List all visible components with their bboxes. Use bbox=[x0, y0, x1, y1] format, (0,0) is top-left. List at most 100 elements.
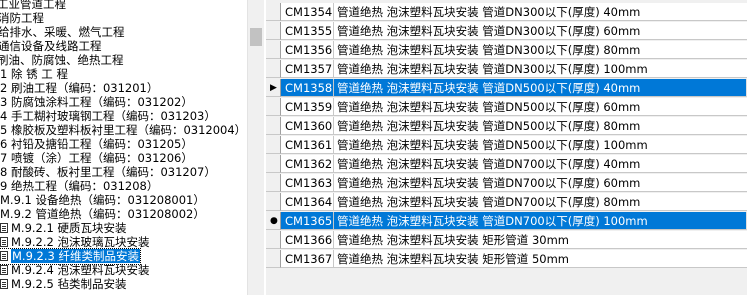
grid-footer-area bbox=[266, 277, 747, 295]
grid-row[interactable]: CM1356 管道绝热 泡沫塑料瓦块安装 管道DN300以下(厚度) 80mm bbox=[266, 41, 747, 59]
quota-name-cell[interactable]: 管道绝热 泡沫塑料瓦块安装 管道DN500以下(厚度) 100mm bbox=[334, 136, 747, 154]
row-indicator[interactable] bbox=[266, 174, 281, 192]
tree-leaf-item[interactable]: M.9.2.1 硬质瓦块安装 bbox=[0, 221, 127, 236]
tree-node[interactable]: M.9.2 管道绝热（编码：031208002） bbox=[0, 207, 205, 222]
row-indicator[interactable] bbox=[266, 98, 281, 116]
tree-node[interactable]: 消防工程 bbox=[0, 11, 44, 26]
quota-name-cell[interactable]: 管道绝热 泡沫塑料瓦块安装 矩形管道 50mm bbox=[334, 250, 747, 268]
tree-item-label: M.9.2.1 硬质瓦块安装 bbox=[11, 221, 127, 235]
row-indicator[interactable] bbox=[266, 22, 281, 40]
tree-leaf-item[interactable]: M.9.2.5 毡类制品安装 bbox=[0, 277, 127, 292]
row-indicator[interactable] bbox=[266, 155, 281, 173]
tree-node[interactable]: 7 喷镀（涂）工程（编码：031206） bbox=[0, 151, 193, 166]
quota-name-cell[interactable]: 管道绝热 泡沫塑料瓦块安装 管道DN300以下(厚度) 40mm bbox=[334, 3, 747, 21]
tree-node[interactable]: 刷油、防腐蚀、绝热工程 bbox=[0, 53, 124, 68]
tree-item-label: 7 喷镀（涂）工程（编码：031206） bbox=[0, 151, 193, 165]
quota-name-cell[interactable]: 管道绝热 泡沫塑料瓦块安装 管道DN300以下(厚度) 100mm bbox=[334, 60, 747, 78]
grid-row[interactable]: ● CM1365 管道绝热 泡沫塑料瓦块安装 管道DN700以下(厚度) 100mm bbox=[266, 212, 747, 230]
row-indicator[interactable] bbox=[266, 41, 281, 59]
tree-node[interactable]: 给排水、采暖、燃气工程 bbox=[0, 25, 125, 40]
quota-code-cell[interactable]: CM1361 bbox=[281, 136, 334, 154]
quota-code-cell[interactable]: CM1364 bbox=[281, 193, 334, 211]
quota-name-cell[interactable]: 管道绝热 泡沫塑料瓦块安装 矩形管道 30mm bbox=[334, 231, 747, 249]
row-indicator[interactable] bbox=[266, 3, 281, 21]
quota-grid[interactable]: CM1354 管道绝热 泡沫塑料瓦块安装 管道DN300以下(厚度) 40mm CM… bbox=[266, 0, 747, 295]
row-dot-icon: ● bbox=[270, 216, 278, 226]
tree-node[interactable]: 5 橡胶板及塑料板衬里工程（编码：0312004） bbox=[0, 123, 246, 138]
grid-row[interactable]: CM1364 管道绝热 泡沫塑料瓦块安装 管道DN700以下(厚度) 80mm bbox=[266, 193, 747, 211]
row-indicator[interactable]: ▶ bbox=[266, 79, 281, 97]
row-indicator[interactable] bbox=[266, 231, 281, 249]
quota-code-cell[interactable]: CM1357 bbox=[281, 60, 334, 78]
tree-node[interactable]: 1 除 锈 工 程 bbox=[0, 67, 68, 82]
quota-name-cell[interactable]: 管道绝热 泡沫塑料瓦块安装 管道DN500以下(厚度) 80mm bbox=[334, 117, 747, 135]
grid-row[interactable]: CM1360 管道绝热 泡沫塑料瓦块安装 管道DN500以下(厚度) 80mm bbox=[266, 117, 747, 135]
quota-name-cell[interactable]: 管道绝热 泡沫塑料瓦块安装 管道DN700以下(厚度) 60mm bbox=[334, 174, 747, 192]
row-indicator[interactable] bbox=[266, 250, 281, 268]
tree-node[interactable]: 9 绝热工程（编码：031208） bbox=[0, 179, 158, 194]
quota-code-cell[interactable]: CM1354 bbox=[281, 3, 334, 21]
tree-node[interactable]: 6 衬铅及搪铅工程（编码：031205） bbox=[0, 137, 193, 152]
quota-name-cell[interactable]: 管道绝热 泡沫塑料瓦块安装 管道DN700以下(厚度) 80mm bbox=[334, 193, 747, 211]
quota-code-cell[interactable]: CM1366 bbox=[281, 231, 334, 249]
quota-name-cell[interactable]: 管道绝热 泡沫塑料瓦块安装 管道DN300以下(厚度) 60mm bbox=[334, 22, 747, 40]
grid-row[interactable]: CM1362 管道绝热 泡沫塑料瓦块安装 管道DN700以下(厚度) 40mm bbox=[266, 155, 747, 173]
row-indicator[interactable] bbox=[266, 60, 281, 78]
tree-item-label: M.9.2 管道绝热（编码：031208002） bbox=[0, 207, 205, 221]
scrollbar-thumb[interactable] bbox=[250, 28, 262, 46]
quota-code-cell[interactable]: CM1363 bbox=[281, 174, 334, 192]
tree-item-label: 5 橡胶板及塑料板衬里工程（编码：0312004） bbox=[0, 123, 247, 137]
grid-row[interactable]: CM1357 管道绝热 泡沫塑料瓦块安装 管道DN300以下(厚度) 100mm bbox=[266, 60, 747, 78]
tree-item-label: 通信设备及线路工程 bbox=[0, 39, 102, 53]
quota-code-cell[interactable]: CM1355 bbox=[281, 22, 334, 40]
row-indicator[interactable] bbox=[266, 136, 281, 154]
tree-item-label: 8 耐酸砖、板衬里工程（编码：031207） bbox=[0, 165, 216, 179]
chapter-tree[interactable]: 工业管道工程 消防工程 给排水、采暖、燃气工程 通信设备及线路工程 刷油、防腐蚀、绝热工… bbox=[0, 0, 247, 295]
row-pointer-icon: ▶ bbox=[270, 83, 277, 93]
quota-name-cell[interactable]: 管道绝热 泡沫塑料瓦块安装 管道DN500以下(厚度) 60mm bbox=[334, 98, 747, 116]
tree-item-label: M.9.1 设备绝热（编码：031208001） bbox=[0, 193, 205, 207]
quota-code-cell[interactable]: CM1360 bbox=[281, 117, 334, 135]
tree-node[interactable]: M.9.1 设备绝热（编码：031208001） bbox=[0, 193, 205, 208]
tree-node[interactable]: 通信设备及线路工程 bbox=[0, 39, 102, 54]
tree-leaf-item[interactable]: M.9.2.2 泡沫玻璃瓦块安装 bbox=[0, 235, 150, 250]
quota-code-cell[interactable]: CM1356 bbox=[281, 41, 334, 59]
tree-leaf-item[interactable]: M.9.2.3 纤维类制品安装 bbox=[0, 248, 141, 265]
quota-name-cell[interactable]: 管道绝热 泡沫塑料瓦块安装 管道DN500以下(厚度) 40mm bbox=[334, 79, 747, 97]
tree-item-label: 2 刷油工程（编码：031201） bbox=[0, 81, 159, 95]
row-indicator[interactable] bbox=[266, 117, 281, 135]
quota-code-cell[interactable]: CM1362 bbox=[281, 155, 334, 173]
quota-code-cell[interactable]: CM1367 bbox=[281, 250, 334, 268]
tree-item-label: M.9.2.5 毡类制品安装 bbox=[11, 277, 127, 291]
tree-item-label: 工业管道工程 bbox=[0, 0, 66, 11]
quota-name-cell[interactable]: 管道绝热 泡沫塑料瓦块安装 管道DN700以下(厚度) 100mm bbox=[334, 212, 747, 230]
row-indicator[interactable] bbox=[266, 193, 281, 211]
tree-node[interactable]: 3 防腐蚀涂料工程（编码：031202） bbox=[0, 95, 193, 110]
tree-leaf-item[interactable]: M.9.2.4 泡沫塑料瓦块安装 bbox=[0, 263, 150, 278]
quota-code-cell[interactable]: CM1365 bbox=[281, 212, 334, 230]
tree-item-label: 9 绝热工程（编码：031208） bbox=[0, 179, 159, 193]
grid-row[interactable]: CM1355 管道绝热 泡沫塑料瓦块安装 管道DN300以下(厚度) 60mm bbox=[266, 22, 747, 40]
tree-item-label: 6 衬铅及搪铅工程（编码：031205） bbox=[0, 137, 193, 151]
tree-node[interactable]: 2 刷油工程（编码：031201） bbox=[0, 81, 158, 96]
grid-row[interactable]: CM1359 管道绝热 泡沫塑料瓦块安装 管道DN500以下(厚度) 60mm bbox=[266, 98, 747, 116]
tree-node[interactable]: 8 耐酸砖、板衬里工程（编码：031207） bbox=[0, 165, 216, 180]
grid-row[interactable]: CM1363 管道绝热 泡沫塑料瓦块安装 管道DN700以下(厚度) 60mm bbox=[266, 174, 747, 192]
document-icon bbox=[0, 279, 8, 289]
quota-name-cell[interactable]: 管道绝热 泡沫塑料瓦块安装 管道DN700以下(厚度) 40mm bbox=[334, 155, 747, 173]
quota-name-cell[interactable]: 管道绝热 泡沫塑料瓦块安装 管道DN300以下(厚度) 80mm bbox=[334, 41, 747, 59]
tree-vertical-scrollbar[interactable] bbox=[247, 0, 264, 295]
tree-node[interactable]: 4 手工糊衬玻璃钢工程（编码：031203） bbox=[0, 109, 216, 124]
grid-row[interactable]: CM1366 管道绝热 泡沫塑料瓦块安装 矩形管道 30mm bbox=[266, 231, 747, 249]
quota-code-cell[interactable]: CM1358 bbox=[281, 79, 334, 97]
grid-row[interactable]: CM1367 管道绝热 泡沫塑料瓦块安装 矩形管道 50mm bbox=[266, 250, 747, 268]
tree-item-label: M.9.2.2 泡沫玻璃瓦块安装 bbox=[11, 235, 150, 249]
tree-item-label: 消防工程 bbox=[0, 11, 44, 25]
tree-item-label: 1 除 锈 工 程 bbox=[0, 67, 68, 81]
grid-row[interactable]: CM1354 管道绝热 泡沫塑料瓦块安装 管道DN300以下(厚度) 40mm bbox=[266, 3, 747, 21]
grid-row[interactable]: CM1361 管道绝热 泡沫塑料瓦块安装 管道DN500以下(厚度) 100mm bbox=[266, 136, 747, 154]
grid-row[interactable]: ▶ CM1358 管道绝热 泡沫塑料瓦块安装 管道DN500以下(厚度) 40mm bbox=[266, 79, 747, 97]
row-indicator[interactable]: ● bbox=[266, 212, 281, 230]
tree-item-label: 4 手工糊衬玻璃钢工程（编码：031203） bbox=[0, 109, 216, 123]
quota-code-cell[interactable]: CM1359 bbox=[281, 98, 334, 116]
